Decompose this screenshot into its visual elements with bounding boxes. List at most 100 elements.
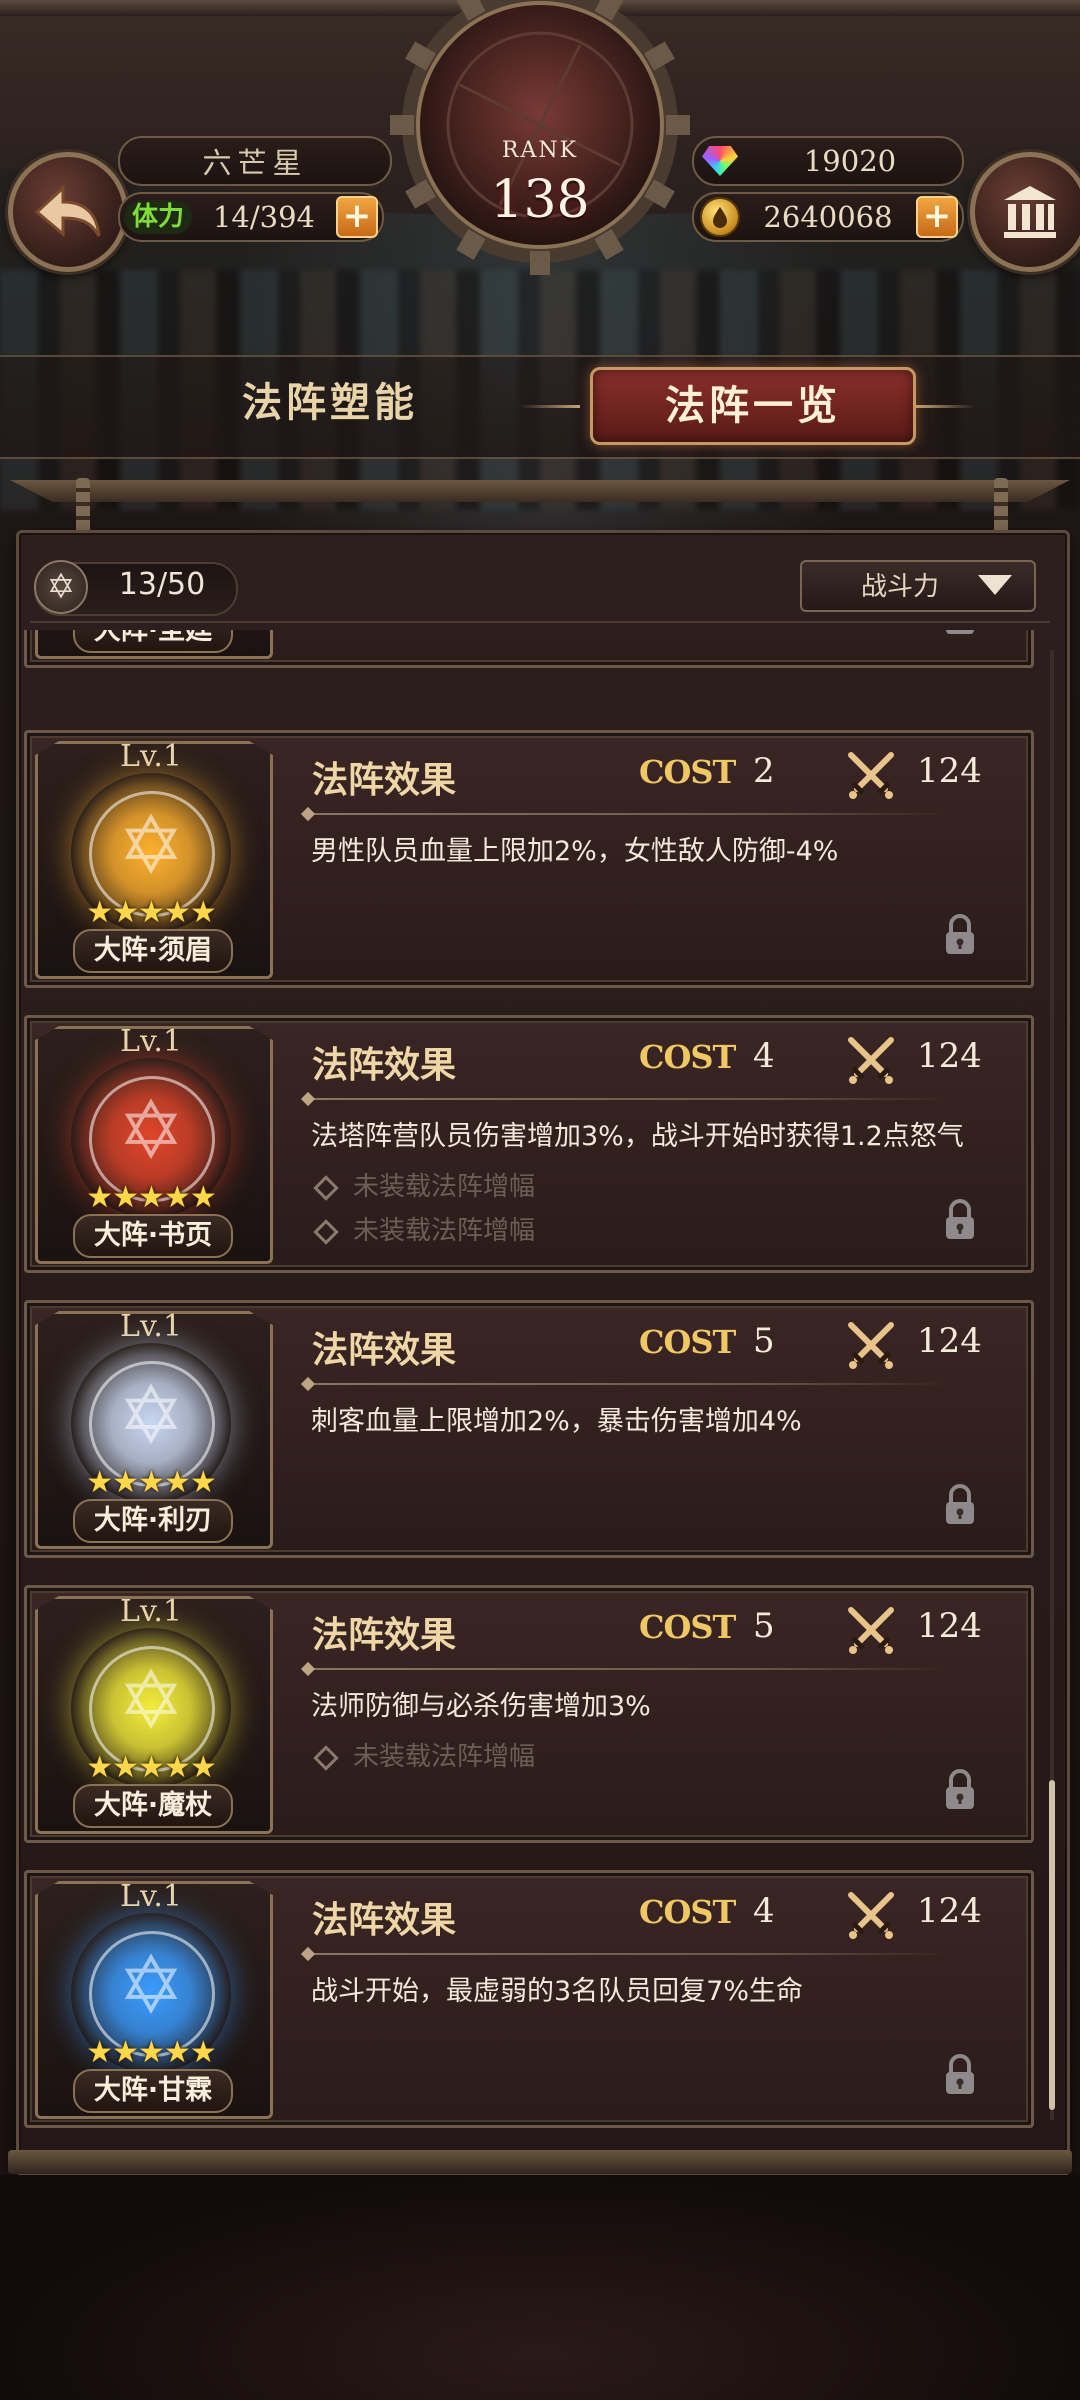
crossed-swords-icon: [848, 1322, 894, 1369]
bank-icon: [1004, 186, 1056, 238]
card-divider: [309, 813, 949, 815]
star-rating: ★★★★★: [86, 895, 216, 930]
empty-augment-slot[interactable]: 未装载法阵增幅: [313, 1210, 536, 1247]
star-rating: ★★★★★: [86, 1465, 216, 1500]
formation-level: Lv.1: [120, 1024, 182, 1059]
diamond-icon: [313, 1174, 339, 1201]
top-rail: [10, 480, 1070, 502]
combat-power-value: 124: [917, 1036, 982, 1076]
formation-level: Lv.1: [120, 1309, 182, 1344]
dropdown-arrow-icon[interactable]: [978, 575, 1012, 595]
stamina-bar: 体力 14/394 +: [118, 192, 384, 242]
tab-ornament-left: [520, 405, 580, 408]
card-divider: [309, 1668, 949, 1670]
effect-description: 法塔阵营队员伤害增加3%，战斗开始时获得1.2点怒气: [311, 1121, 964, 1152]
lock-icon[interactable]: [943, 1768, 977, 1812]
lock-icon[interactable]: [943, 1198, 977, 1242]
star-rating: ★★★★★: [86, 2035, 216, 2070]
cost-label: COST: [639, 1038, 736, 1076]
divider-ornament: [300, 1091, 316, 1107]
bank-button[interactable]: [970, 152, 1080, 272]
tab-formation-shaping[interactable]: 法阵塑能: [140, 367, 520, 439]
divider-ornament: [300, 806, 316, 822]
coins-value: 2640068: [763, 200, 893, 234]
stamina-label: 体力: [124, 200, 193, 234]
back-arrow-icon: [34, 184, 101, 238]
diamond-icon: [313, 1744, 339, 1771]
gem-icon: [702, 146, 738, 176]
effect-description: 战斗开始，最虚弱的3名队员回复7%生命: [311, 1976, 804, 2007]
formation-card[interactable]: Lv.1 ★★★★★大阵·须眉 法阵效果 COST 2 124 男性队员血量上限加2%，女性…: [24, 730, 1034, 988]
formation-name: 大阵·魔杖: [73, 1784, 233, 1828]
empty-augment-slot[interactable]: 未装载法阵增幅: [313, 1736, 536, 1773]
formation-card[interactable]: Lv.1 ★★★★★大阵·甘霖 法阵效果 COST 4 124 战斗开始，最虚弱的3名队员回…: [24, 1870, 1034, 2128]
combat-power-value: 124: [917, 1891, 982, 1931]
hexagram-icon: ✡: [34, 560, 88, 614]
effect-title: 法阵效果: [312, 1044, 457, 1086]
effect-title: 法阵效果: [312, 1899, 457, 1941]
augment-slot-label: 未装载法阵增幅: [353, 1742, 536, 1772]
divider-ornament: [300, 1661, 316, 1677]
effect-title: 法阵效果: [312, 1614, 457, 1656]
card-divider: [309, 1383, 949, 1385]
effect-description: 法师防御与必杀伤害增加3%: [311, 1691, 651, 1722]
cost-label: COST: [639, 1608, 736, 1646]
lock-icon[interactable]: [943, 913, 977, 957]
formation-level: Lv.1: [120, 1879, 182, 1914]
star-rating: ★★★★★: [86, 1750, 216, 1785]
effect-title: 法阵效果: [312, 759, 457, 801]
cost-label: COST: [639, 1323, 736, 1361]
cost-value: 5: [753, 1321, 775, 1361]
card-divider: [309, 1953, 949, 1955]
effect-description: 刺客血量上限增加2%，暴击伤害增加4%: [311, 1406, 802, 1437]
combat-power-value: 124: [917, 751, 982, 791]
back-button[interactable]: [8, 152, 128, 272]
empty-augment-slot[interactable]: 未装载法阵增幅: [313, 1166, 536, 1203]
formation-name: 大阵·利刃: [73, 1499, 233, 1543]
formation-card[interactable]: Lv.1 ★★★★★大阵·利刃 法阵效果 COST 5 124 刺客血量上限增加2%，暴击伤…: [24, 1300, 1034, 1558]
formation-list[interactable]: 大阵·圣廷Lv.1★★★★★大阵·须眉法阵效果COST2124男性队员血量上限加…: [24, 630, 1034, 2140]
diamond-icon: [313, 1218, 339, 1245]
augment-slot-label: 未装载法阵增幅: [353, 1172, 536, 1202]
formation-name: 大阵·书页: [73, 1214, 233, 1258]
rank-label: RANK: [501, 138, 579, 163]
formation-card[interactable]: 大阵·圣廷: [24, 630, 1034, 668]
bottom-frame: [8, 2150, 1072, 2174]
bottom-background: [0, 2175, 1080, 2400]
cost-label: COST: [639, 753, 736, 791]
tab-formation-list[interactable]: 法阵一览: [590, 367, 916, 445]
combat-power-value: 124: [917, 1606, 982, 1646]
formation-level: Lv.1: [120, 1594, 182, 1629]
player-name-text: 六芒星: [202, 146, 308, 180]
divider-ornament: [300, 1946, 316, 1962]
gems-value: 19020: [803, 144, 897, 178]
cost-value: 4: [753, 1891, 775, 1931]
player-name: 六芒星: [118, 136, 392, 186]
lock-icon[interactable]: [943, 630, 977, 637]
coins-bar: 2640068 +: [692, 192, 964, 242]
combat-power-value: 124: [917, 1321, 982, 1361]
effect-title: 法阵效果: [312, 1329, 457, 1371]
stamina-add-button[interactable]: +: [336, 196, 378, 238]
formation-card[interactable]: Lv.1 ★★★★★大阵·魔杖 法阵效果 COST 5 124 法师防御与必杀伤害增加3% 未…: [24, 1585, 1034, 1843]
lock-icon[interactable]: [943, 2053, 977, 2097]
tab-ornament-right: [915, 405, 975, 408]
formation-name: 大阵·甘霖: [73, 2069, 233, 2113]
card-divider: [309, 1098, 949, 1100]
scrollbar-thumb[interactable]: [1049, 1780, 1055, 2110]
crossed-swords-icon: [848, 1892, 894, 1939]
lock-icon[interactable]: [943, 1483, 977, 1527]
augment-slot-label: 未装载法阵增幅: [353, 1216, 536, 1246]
formation-name: 大阵·圣廷: [73, 630, 233, 653]
coins-add-button[interactable]: +: [916, 196, 958, 238]
cost-value: 2: [753, 751, 775, 791]
formation-card[interactable]: Lv.1 ★★★★★大阵·书页 法阵效果 COST 4 124 法塔阵营队员伤害增加3%，战…: [24, 1015, 1034, 1273]
crossed-swords-icon: [848, 1037, 894, 1084]
formation-count: 13/50: [118, 567, 206, 602]
cost-value: 5: [753, 1606, 775, 1646]
sort-dropdown-label: 战斗力: [860, 572, 939, 602]
formation-name: 大阵·须眉: [73, 929, 233, 973]
star-rating: ★★★★★: [86, 1180, 216, 1215]
crossed-swords-icon: [848, 1607, 894, 1654]
cost-label: COST: [639, 1893, 736, 1931]
